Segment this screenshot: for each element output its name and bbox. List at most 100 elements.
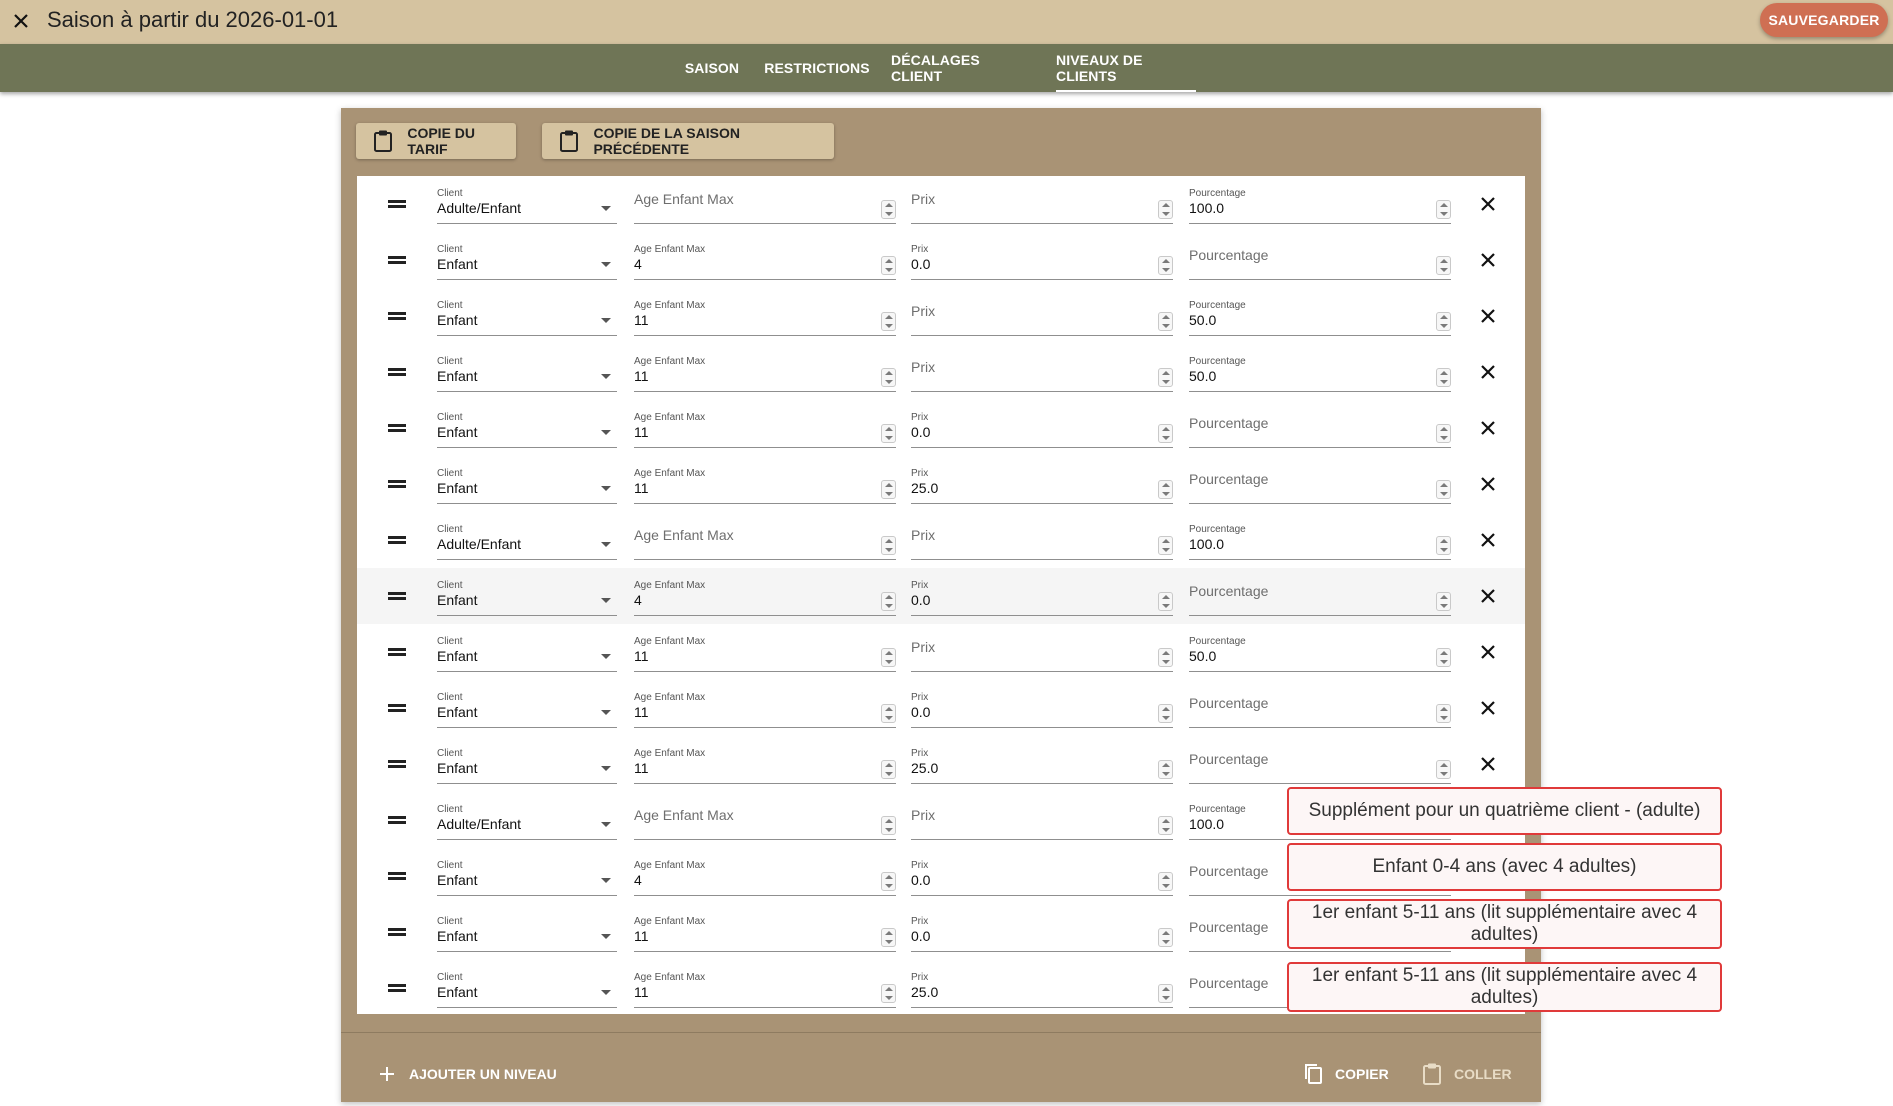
number-stepper-icon[interactable]	[1158, 368, 1173, 387]
client-select[interactable]: Client Enfant	[437, 466, 617, 504]
price-field[interactable]: Prix 25.0	[911, 746, 1173, 784]
number-stepper-icon[interactable]	[1158, 760, 1173, 779]
number-stepper-icon[interactable]	[1436, 480, 1451, 499]
number-stepper-icon[interactable]	[1158, 424, 1173, 443]
client-select[interactable]: Client Adulte/Enfant	[437, 802, 617, 840]
delete-level-icon[interactable]	[1477, 417, 1499, 439]
age-max-field[interactable]: Age Enfant Max 11	[634, 746, 896, 784]
number-stepper-icon[interactable]	[1158, 648, 1173, 667]
chevron-down-icon[interactable]	[601, 990, 611, 995]
delete-level-icon[interactable]	[1477, 361, 1499, 383]
percentage-field[interactable]: Pourcentage	[1189, 242, 1451, 280]
percentage-field[interactable]: Pourcentage 50.0	[1189, 634, 1451, 672]
number-stepper-icon[interactable]	[1158, 592, 1173, 611]
delete-level-icon[interactable]	[1477, 697, 1499, 719]
tab-restrictions[interactable]: RESTRICTIONS	[764, 44, 870, 92]
chevron-down-icon[interactable]	[601, 878, 611, 883]
delete-level-icon[interactable]	[1477, 641, 1499, 663]
chevron-down-icon[interactable]	[601, 710, 611, 715]
chevron-down-icon[interactable]	[601, 654, 611, 659]
number-stepper-icon[interactable]	[1436, 648, 1451, 667]
number-stepper-icon[interactable]	[1436, 536, 1451, 555]
delete-level-icon[interactable]	[1477, 249, 1499, 271]
number-stepper-icon[interactable]	[881, 984, 896, 1003]
percentage-field[interactable]: Pourcentage	[1189, 746, 1451, 784]
chevron-down-icon[interactable]	[601, 262, 611, 267]
drag-handle-icon[interactable]	[388, 648, 406, 656]
add-level-button[interactable]: AJOUTER UN NIVEAU	[375, 1056, 557, 1092]
delete-level-icon[interactable]	[1477, 473, 1499, 495]
delete-level-icon[interactable]	[1477, 193, 1499, 215]
number-stepper-icon[interactable]	[881, 536, 896, 555]
number-stepper-icon[interactable]	[881, 928, 896, 947]
number-stepper-icon[interactable]	[1158, 256, 1173, 275]
age-max-field[interactable]: Age Enfant Max 11	[634, 634, 896, 672]
copy-previous-season-button[interactable]: COPIE DE LA SAISON PRÉCÉDENTE	[542, 123, 834, 159]
drag-handle-icon[interactable]	[388, 312, 406, 320]
delete-level-icon[interactable]	[1477, 585, 1499, 607]
price-field[interactable]: Prix 25.0	[911, 970, 1173, 1008]
number-stepper-icon[interactable]	[881, 816, 896, 835]
tab-saison[interactable]: SAISON	[681, 44, 743, 92]
drag-handle-icon[interactable]	[388, 536, 406, 544]
chevron-down-icon[interactable]	[601, 486, 611, 491]
age-max-field[interactable]: Age Enfant Max 11	[634, 298, 896, 336]
client-select[interactable]: Client Enfant	[437, 298, 617, 336]
price-field[interactable]: Prix 0.0	[911, 914, 1173, 952]
client-select[interactable]: Client Enfant	[437, 858, 617, 896]
client-select[interactable]: Client Enfant	[437, 578, 617, 616]
client-select[interactable]: Client Enfant	[437, 746, 617, 784]
number-stepper-icon[interactable]	[1436, 592, 1451, 611]
price-field[interactable]: Prix 25.0	[911, 466, 1173, 504]
percentage-field[interactable]: Pourcentage	[1189, 690, 1451, 728]
chevron-down-icon[interactable]	[601, 318, 611, 323]
client-select[interactable]: Client Enfant	[437, 914, 617, 952]
number-stepper-icon[interactable]	[1436, 704, 1451, 723]
copy-button[interactable]: COPIER	[1301, 1056, 1389, 1092]
percentage-field[interactable]: Pourcentage 100.0	[1189, 186, 1451, 224]
copy-tariff-button[interactable]: COPIE DU TARIF	[356, 123, 516, 159]
number-stepper-icon[interactable]	[1158, 984, 1173, 1003]
chevron-down-icon[interactable]	[601, 374, 611, 379]
number-stepper-icon[interactable]	[881, 312, 896, 331]
price-field[interactable]: Prix	[911, 802, 1173, 840]
drag-handle-icon[interactable]	[388, 424, 406, 432]
price-field[interactable]: Prix	[911, 186, 1173, 224]
client-select[interactable]: Client Enfant	[437, 690, 617, 728]
age-max-field[interactable]: Age Enfant Max	[634, 802, 896, 840]
chevron-down-icon[interactable]	[601, 822, 611, 827]
number-stepper-icon[interactable]	[881, 256, 896, 275]
price-field[interactable]: Prix	[911, 522, 1173, 560]
tab-niveaux-de-clients[interactable]: NIVEAUX DE CLIENTS	[1056, 44, 1196, 92]
client-select[interactable]: Client Adulte/Enfant	[437, 522, 617, 560]
number-stepper-icon[interactable]	[1436, 256, 1451, 275]
number-stepper-icon[interactable]	[1158, 312, 1173, 331]
drag-handle-icon[interactable]	[388, 984, 406, 992]
number-stepper-icon[interactable]	[881, 648, 896, 667]
drag-handle-icon[interactable]	[388, 480, 406, 488]
client-select[interactable]: Client Enfant	[437, 242, 617, 280]
tab-decalages-client[interactable]: DÉCALAGES CLIENT	[891, 44, 1031, 92]
price-field[interactable]: Prix 0.0	[911, 690, 1173, 728]
client-select[interactable]: Client Enfant	[437, 410, 617, 448]
number-stepper-icon[interactable]	[1158, 704, 1173, 723]
number-stepper-icon[interactable]	[881, 480, 896, 499]
age-max-field[interactable]: Age Enfant Max 11	[634, 914, 896, 952]
number-stepper-icon[interactable]	[881, 368, 896, 387]
percentage-field[interactable]: Pourcentage	[1189, 410, 1451, 448]
client-select[interactable]: Client Enfant	[437, 970, 617, 1008]
drag-handle-icon[interactable]	[388, 872, 406, 880]
number-stepper-icon[interactable]	[1158, 928, 1173, 947]
client-select[interactable]: Client Enfant	[437, 354, 617, 392]
number-stepper-icon[interactable]	[881, 592, 896, 611]
age-max-field[interactable]: Age Enfant Max	[634, 186, 896, 224]
percentage-field[interactable]: Pourcentage 50.0	[1189, 298, 1451, 336]
number-stepper-icon[interactable]	[1158, 200, 1173, 219]
number-stepper-icon[interactable]	[1436, 368, 1451, 387]
chevron-down-icon[interactable]	[601, 598, 611, 603]
drag-handle-icon[interactable]	[388, 928, 406, 936]
delete-level-icon[interactable]	[1477, 529, 1499, 551]
percentage-field[interactable]: Pourcentage 100.0	[1189, 522, 1451, 560]
close-icon[interactable]	[6, 6, 36, 36]
client-select[interactable]: Client Adulte/Enfant	[437, 186, 617, 224]
